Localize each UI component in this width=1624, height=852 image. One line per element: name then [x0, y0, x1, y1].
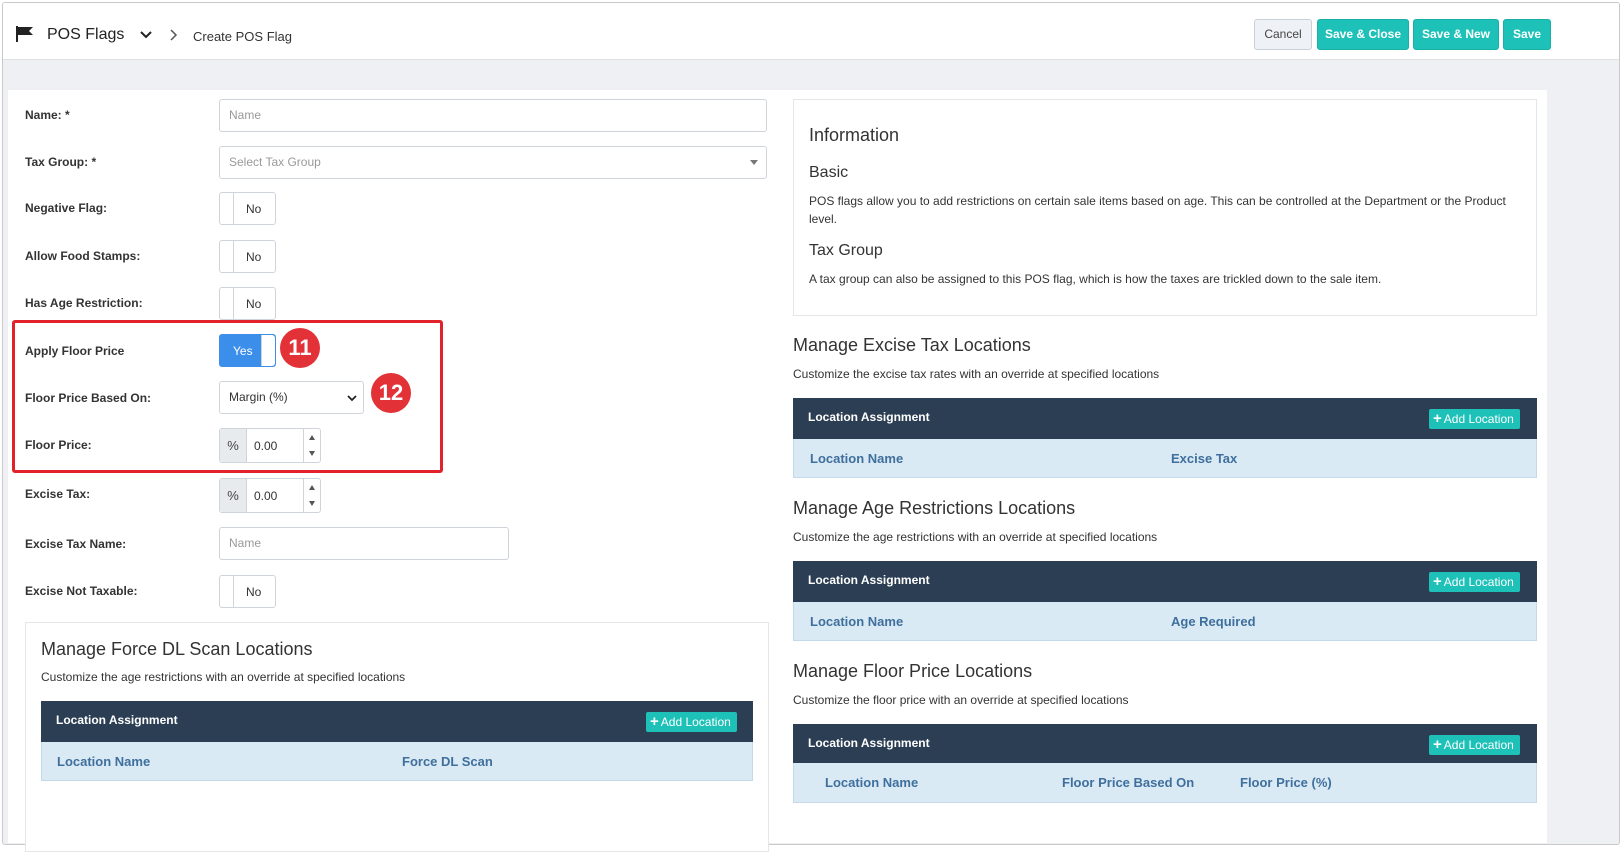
col-location-name[interactable]: Location Name: [57, 754, 150, 769]
info-basic-title: Basic: [809, 164, 849, 181]
save-close-button[interactable]: Save & Close: [1317, 19, 1409, 50]
toggle-state: No: [246, 202, 262, 216]
age-locations-title: Manage Age Restrictions Locations: [793, 498, 1076, 518]
toggle-knob: [220, 576, 234, 607]
plus-icon: +: [1433, 573, 1442, 590]
page-title[interactable]: POS Flags: [47, 26, 124, 44]
col-age-required[interactable]: Age Required: [1171, 614, 1256, 629]
spin-up-icon[interactable]: [309, 485, 315, 490]
col-location-name[interactable]: Location Name: [825, 775, 918, 790]
cancel-button[interactable]: Cancel: [1254, 19, 1312, 50]
add-location-label: Add Location: [660, 715, 731, 729]
toggle-state: No: [246, 585, 262, 599]
chevron-down-icon[interactable]: [139, 28, 153, 42]
page-header: POS Flags Create POS Flag Cancel Save & …: [3, 3, 1619, 60]
step-marker-11: 11: [280, 328, 320, 368]
information-card: Information Basic POS flags allow you to…: [793, 99, 1537, 316]
tax-group-placeholder: Select Tax Group: [229, 155, 321, 169]
table-title: Location Assignment: [808, 573, 930, 587]
col-location-name[interactable]: Location Name: [810, 614, 903, 629]
toggle-knob: [220, 288, 234, 319]
tax-group-select[interactable]: Select Tax Group: [219, 146, 767, 179]
breadcrumb-current: Create POS Flag: [193, 29, 292, 44]
food-stamps-label: Allow Food Stamps:: [25, 249, 141, 263]
excise-locations-desc: Customize the excise tax rates with an o…: [793, 367, 1160, 381]
age-restriction-label: Has Age Restriction:: [25, 296, 143, 310]
name-label: Name: *: [25, 108, 70, 122]
tax-group-label: Tax Group: *: [25, 155, 97, 169]
table-title: Location Assignment: [808, 410, 930, 424]
excise-tax-label: Excise Tax:: [25, 487, 91, 501]
force-dl-desc: Customize the age restrictions with an o…: [41, 670, 406, 684]
floor-table-columns: Location Name Floor Price Based On Floor…: [793, 763, 1537, 803]
col-location-name[interactable]: Location Name: [810, 451, 903, 466]
excise-not-taxable-label: Excise Not Taxable:: [25, 584, 138, 598]
excise-tax-input[interactable]: % 0.00: [219, 478, 321, 513]
add-location-button[interactable]: + Add Location: [1429, 409, 1520, 429]
food-stamps-toggle[interactable]: No: [219, 240, 276, 273]
col-excise-tax[interactable]: Excise Tax: [1171, 451, 1237, 466]
col-floor-based-on[interactable]: Floor Price Based On: [1062, 775, 1194, 790]
force-dl-title: Manage Force DL Scan Locations: [41, 639, 313, 659]
add-location-button[interactable]: + Add Location: [1429, 572, 1520, 592]
toggle-state: No: [246, 297, 262, 311]
plus-icon: +: [1433, 736, 1442, 753]
excise-table-header: Location Assignment + Add Location: [793, 398, 1537, 439]
floor-locations-desc: Customize the floor price with an overri…: [793, 693, 1129, 707]
age-table-columns: Location Name Age Required: [793, 602, 1537, 641]
force-dl-card: Manage Force DL Scan Locations Customize…: [25, 622, 769, 852]
info-tax-text: A tax group can also be assigned to this…: [809, 272, 1382, 286]
excise-name-input[interactable]: Name: [219, 527, 509, 560]
table-title: Location Assignment: [56, 713, 178, 727]
force-dl-table-columns: Location Name Force DL Scan: [41, 742, 753, 781]
percent-addon: %: [220, 479, 247, 512]
caret-down-icon: [750, 160, 758, 165]
toggle-knob: [220, 241, 234, 272]
add-location-label: Add Location: [1443, 738, 1514, 752]
force-dl-table-header: Location Assignment + Add Location: [41, 701, 753, 742]
spin-down-icon[interactable]: [309, 501, 315, 506]
plus-icon: +: [1433, 410, 1442, 427]
age-table-header: Location Assignment + Add Location: [793, 561, 1537, 602]
add-location-button[interactable]: + Add Location: [646, 712, 737, 732]
floor-locations-title: Manage Floor Price Locations: [793, 661, 1033, 681]
info-basic-text: POS flags allow you to add restrictions …: [809, 194, 1506, 226]
excise-name-label: Excise Tax Name:: [25, 537, 127, 551]
add-location-label: Add Location: [1443, 412, 1514, 426]
excise-tax-value[interactable]: 0.00: [254, 489, 277, 503]
plus-icon: +: [650, 713, 659, 730]
toggle-knob: [220, 193, 234, 224]
negative-flag-toggle[interactable]: No: [219, 192, 276, 225]
save-new-button[interactable]: Save & New: [1413, 19, 1499, 50]
excise-table-columns: Location Name Excise Tax: [793, 439, 1537, 478]
info-title: Information: [809, 125, 900, 145]
floor-table-header: Location Assignment + Add Location: [793, 724, 1537, 765]
col-floor-price[interactable]: Floor Price (%): [1240, 775, 1332, 790]
table-title: Location Assignment: [808, 736, 930, 750]
col-force-dl-scan[interactable]: Force DL Scan: [402, 754, 493, 769]
save-button[interactable]: Save: [1503, 19, 1551, 50]
age-restriction-toggle[interactable]: No: [219, 287, 276, 320]
excise-not-taxable-toggle[interactable]: No: [219, 575, 276, 608]
flag-icon: [16, 26, 33, 42]
number-spinner[interactable]: [303, 479, 320, 512]
negative-flag-label: Negative Flag:: [25, 201, 108, 215]
info-tax-title: Tax Group: [809, 242, 883, 259]
age-locations-desc: Customize the age restrictions with an o…: [793, 530, 1158, 544]
name-input[interactable]: Name: [219, 99, 767, 132]
toggle-state: No: [246, 250, 262, 264]
add-location-button[interactable]: + Add Location: [1429, 735, 1520, 755]
excise-locations-title: Manage Excise Tax Locations: [793, 335, 1031, 355]
add-location-label: Add Location: [1443, 575, 1514, 589]
step-marker-12: 12: [371, 373, 411, 413]
chevron-right-icon: [170, 29, 178, 41]
